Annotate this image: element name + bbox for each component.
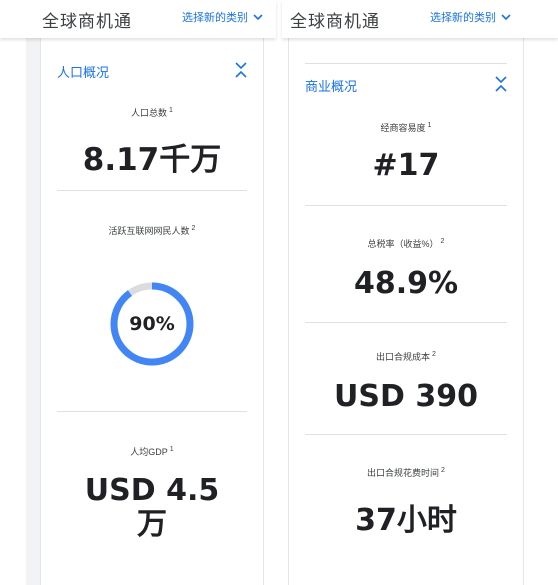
select-category-label: 选择新的类别: [430, 12, 496, 24]
screen-business: 全球商机通 选择新的类别 商业概况 经商容易度 1 #17 总税率（收益%） 2 4…: [282, 0, 558, 585]
divider: [305, 434, 507, 435]
stat-label-tax-rate: 总税率（收益%） 2: [367, 238, 445, 249]
section-title: 商业概况: [305, 79, 358, 94]
chevron-down-icon: [501, 13, 511, 20]
stat-value-ease-of-business: #17: [372, 148, 440, 183]
app-bar: 全球商机通 选择新的类别: [282, 0, 558, 38]
divider: [305, 205, 507, 206]
population-card: 人口概况 人口总数 1 8.17千万 活跃互联网网民人数 2 90% 人均GDP 1: [40, 38, 264, 585]
app-bar: 全球商机通 选择新的类别: [0, 0, 276, 38]
unfold-less-icon[interactable]: [493, 74, 509, 94]
section-title: 人口概况: [57, 65, 110, 80]
select-category-label: 选择新的类别: [182, 12, 248, 24]
app-title: 全球商机通: [290, 12, 380, 31]
business-card: 商业概况 经商容易度 1 #17 总税率（收益%） 2 48.9% 出口合规成本 2 …: [288, 38, 524, 585]
select-category-link[interactable]: 选择新的类别: [430, 9, 511, 25]
stat-label-export-cost: 出口合规成本 2: [376, 351, 436, 362]
app-title: 全球商机通: [42, 12, 132, 31]
section-header[interactable]: 人口概况: [41, 50, 263, 90]
divider: [57, 190, 247, 191]
stat-label-export-time: 出口合规花费时间 2: [367, 467, 445, 478]
stat-value-export-cost: USD 390: [334, 379, 478, 414]
ring-value: 90%: [129, 313, 175, 335]
divider: [305, 322, 507, 323]
stat-value-export-time: 37小时: [355, 503, 457, 538]
screen-population: 全球商机通 选择新的类别 人口概况 人口总数 1 8.17千万 活跃互联网网民人数…: [0, 0, 276, 585]
section-header[interactable]: 商业概况: [289, 64, 523, 104]
unfold-less-icon[interactable]: [233, 60, 249, 80]
stat-value-tax-rate: 48.9%: [353, 266, 459, 301]
stat-value-population: 8.17千万: [82, 142, 222, 178]
chevron-down-icon: [253, 13, 263, 20]
internet-users-ring: 90%: [107, 279, 197, 369]
stat-value-gdp: USD 4.5 万: [84, 473, 220, 542]
select-category-link[interactable]: 选择新的类别: [182, 9, 263, 25]
divider: [57, 411, 247, 412]
stat-label-ease-of-business: 经商容易度 1: [380, 122, 432, 133]
stat-label-gdp: 人均GDP 1: [130, 446, 174, 457]
stat-label-population: 人口总数 1: [131, 107, 173, 118]
stat-label-internet-users: 活跃互联网网民人数 2: [108, 225, 196, 236]
